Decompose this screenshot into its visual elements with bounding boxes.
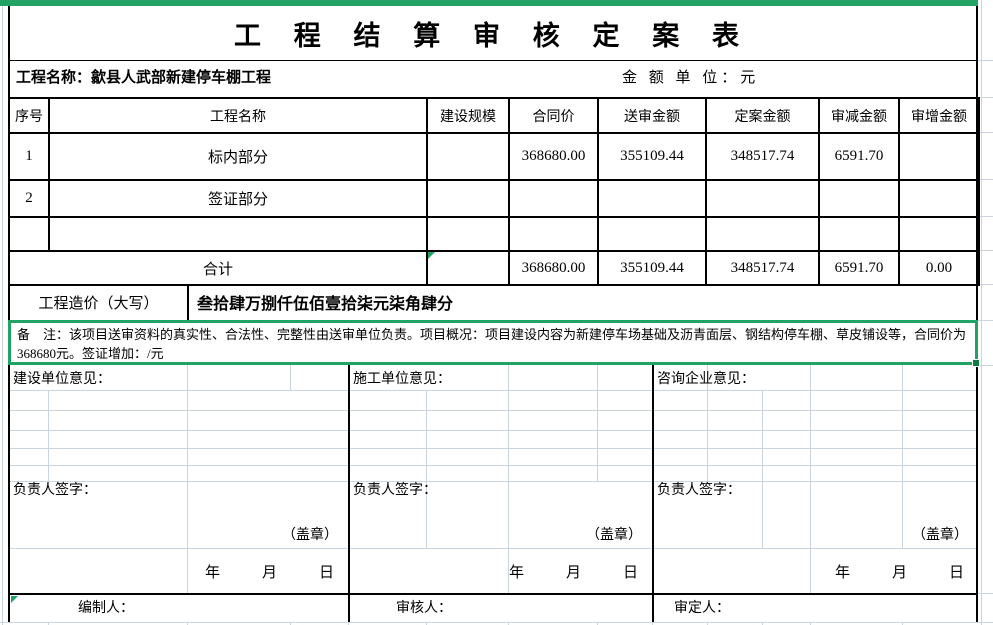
cell-submitted[interactable] <box>598 180 706 217</box>
day-label: 日 <box>319 561 334 582</box>
cell-contract[interactable] <box>509 217 598 251</box>
cell-increased[interactable] <box>899 133 979 180</box>
total-increased-cell[interactable]: 0.00 <box>899 251 979 285</box>
seal-label: （盖章） <box>282 524 338 544</box>
signer-label: 负责人签字： <box>353 479 437 499</box>
table-row: 1 标内部分 368680.00 355109.44 348517.74 659… <box>9 133 979 180</box>
summary-table: 序号 工程名称 建设规模 合同价 送审金额 定案金额 审减金额 审增金额 1 标… <box>8 97 980 286</box>
year-label: 年 <box>835 561 850 582</box>
cell-no[interactable]: 1 <box>9 133 49 180</box>
opinion-title: 施工单位意见： <box>353 368 451 388</box>
gridline <box>2 0 3 625</box>
cell-no[interactable]: 2 <box>9 180 49 217</box>
gridline <box>978 60 993 61</box>
cell-reduced[interactable] <box>819 217 899 251</box>
seal-label: （盖章） <box>586 524 642 544</box>
year-label: 年 <box>205 561 220 582</box>
amount-in-words-row: 工程造价（大写） 叁拾肆万捌仟伍佰壹拾柒元柒角肆分 <box>8 284 978 320</box>
cell-submitted[interactable]: 355109.44 <box>598 133 706 180</box>
total-scale-cell[interactable] <box>427 251 509 285</box>
cell-name[interactable]: 签证部分 <box>49 180 427 217</box>
cell-contract[interactable]: 368680.00 <box>509 133 598 180</box>
amount-in-words-label[interactable]: 工程造价（大写） <box>10 284 189 320</box>
header-cell-submitted[interactable]: 送审金额 <box>598 98 706 133</box>
header-cell-no[interactable]: 序号 <box>9 98 49 133</box>
project-name-row[interactable]: 工程名称：歙县人武部新建停车棚工程 金 额 单 位：元 <box>10 60 976 97</box>
header-cell-finalized[interactable]: 定案金额 <box>706 98 819 133</box>
day-label: 日 <box>949 561 964 582</box>
comment-triangle-icon <box>428 252 435 259</box>
project-name-label: 工程名称：歙县人武部新建停车棚工程 <box>16 60 271 97</box>
date-row: 年 月 日 <box>8 550 348 592</box>
preparer-label[interactable]: 编制人： <box>8 595 348 622</box>
table-row <box>9 217 979 251</box>
header-cell-contract[interactable]: 合同价 <box>509 98 598 133</box>
opinion-section-construction-unit[interactable]: 建设单位意见： 负责人签字： （盖章） 年 月 日 <box>8 365 348 593</box>
total-submitted-cell[interactable]: 355109.44 <box>598 251 706 285</box>
year-label: 年 <box>509 561 524 582</box>
gridline <box>978 179 993 180</box>
cell-no[interactable] <box>9 217 49 251</box>
cell-increased[interactable] <box>899 180 979 217</box>
day-label: 日 <box>623 561 638 582</box>
date-row: 年 月 日 <box>348 550 652 592</box>
gridline <box>978 216 993 217</box>
gridline <box>978 365 993 366</box>
opinion-section-consulting-firm[interactable]: 咨询企业意见： 负责人签字： （盖章） 年 月 日 <box>652 365 978 593</box>
total-row: 合计 368680.00 355109.44 348517.74 6591.70… <box>9 251 979 285</box>
month-label: 月 <box>566 561 581 582</box>
month-label: 月 <box>262 561 277 582</box>
gridline <box>978 250 993 251</box>
gridline <box>0 622 993 623</box>
seal-label: （盖章） <box>912 524 968 544</box>
gridline <box>978 97 993 98</box>
cell-submitted[interactable] <box>598 217 706 251</box>
spreadsheet-form: 工 程 结 算 审 核 定 案 表 工程名称：歙县人武部新建停车棚工程 金 额 … <box>0 0 993 625</box>
opinion-title: 咨询企业意见： <box>657 368 755 388</box>
gridline <box>981 0 982 625</box>
cell-increased[interactable] <box>899 217 979 251</box>
opinion-title: 建设单位意见： <box>13 368 111 388</box>
signer-label: 负责人签字： <box>657 479 741 499</box>
header-cell-name[interactable]: 工程名称 <box>49 98 427 133</box>
cell-finalized[interactable] <box>706 180 819 217</box>
header-cell-reduced[interactable]: 审减金额 <box>819 98 899 133</box>
cell-finalized[interactable] <box>706 217 819 251</box>
selection-fill-handle[interactable] <box>972 359 980 367</box>
gridline <box>978 132 993 133</box>
cell-contract[interactable] <box>509 180 598 217</box>
cell-scale[interactable] <box>427 180 509 217</box>
total-contract-cell[interactable]: 368680.00 <box>509 251 598 285</box>
gridline <box>978 593 993 594</box>
cell-name[interactable] <box>49 217 427 251</box>
gridline <box>978 320 993 321</box>
table-row: 2 签证部分 <box>9 180 979 217</box>
cell-name[interactable]: 标内部分 <box>49 133 427 180</box>
header-cell-scale[interactable]: 建设规模 <box>427 98 509 133</box>
remark-cell[interactable]: 备 注：该项目送审资料的真实性、合法性、完整性由送审单位负责。项目概况：项目建设… <box>8 320 978 365</box>
cell-scale[interactable] <box>427 133 509 180</box>
total-finalized-cell[interactable]: 348517.74 <box>706 251 819 285</box>
comment-triangle-icon <box>11 596 18 603</box>
cell-scale[interactable] <box>427 217 509 251</box>
total-reduced-cell[interactable]: 6591.70 <box>819 251 899 285</box>
header-cell-increased[interactable]: 审增金额 <box>899 98 979 133</box>
date-row: 年 月 日 <box>652 550 978 592</box>
footer-row: 编制人： 审核人： 审定人： <box>8 595 978 622</box>
gridline <box>978 284 993 285</box>
total-label-cell[interactable]: 合计 <box>9 251 427 285</box>
cell-reduced[interactable]: 6591.70 <box>819 133 899 180</box>
month-label: 月 <box>892 561 907 582</box>
opinion-section-contractor[interactable]: 施工单位意见： 负责人签字： （盖章） 年 月 日 <box>348 365 652 593</box>
remark-text: 备 注：该项目送审资料的真实性、合法性、完整性由送审单位负责。项目概况：项目建设… <box>17 327 966 361</box>
cell-finalized[interactable]: 348517.74 <box>706 133 819 180</box>
form-title: 工 程 结 算 审 核 定 案 表 <box>10 6 976 60</box>
amount-in-words-value[interactable]: 叁拾肆万捌仟伍佰壹拾柒元柒角肆分 <box>189 284 976 320</box>
amount-unit-label: 金 额 单 位：元 <box>622 60 759 97</box>
cell-reduced[interactable] <box>819 180 899 217</box>
approver-label[interactable]: 审定人： <box>652 595 978 622</box>
reviewer-label[interactable]: 审核人： <box>348 595 652 622</box>
signer-label: 负责人签字： <box>13 479 97 499</box>
